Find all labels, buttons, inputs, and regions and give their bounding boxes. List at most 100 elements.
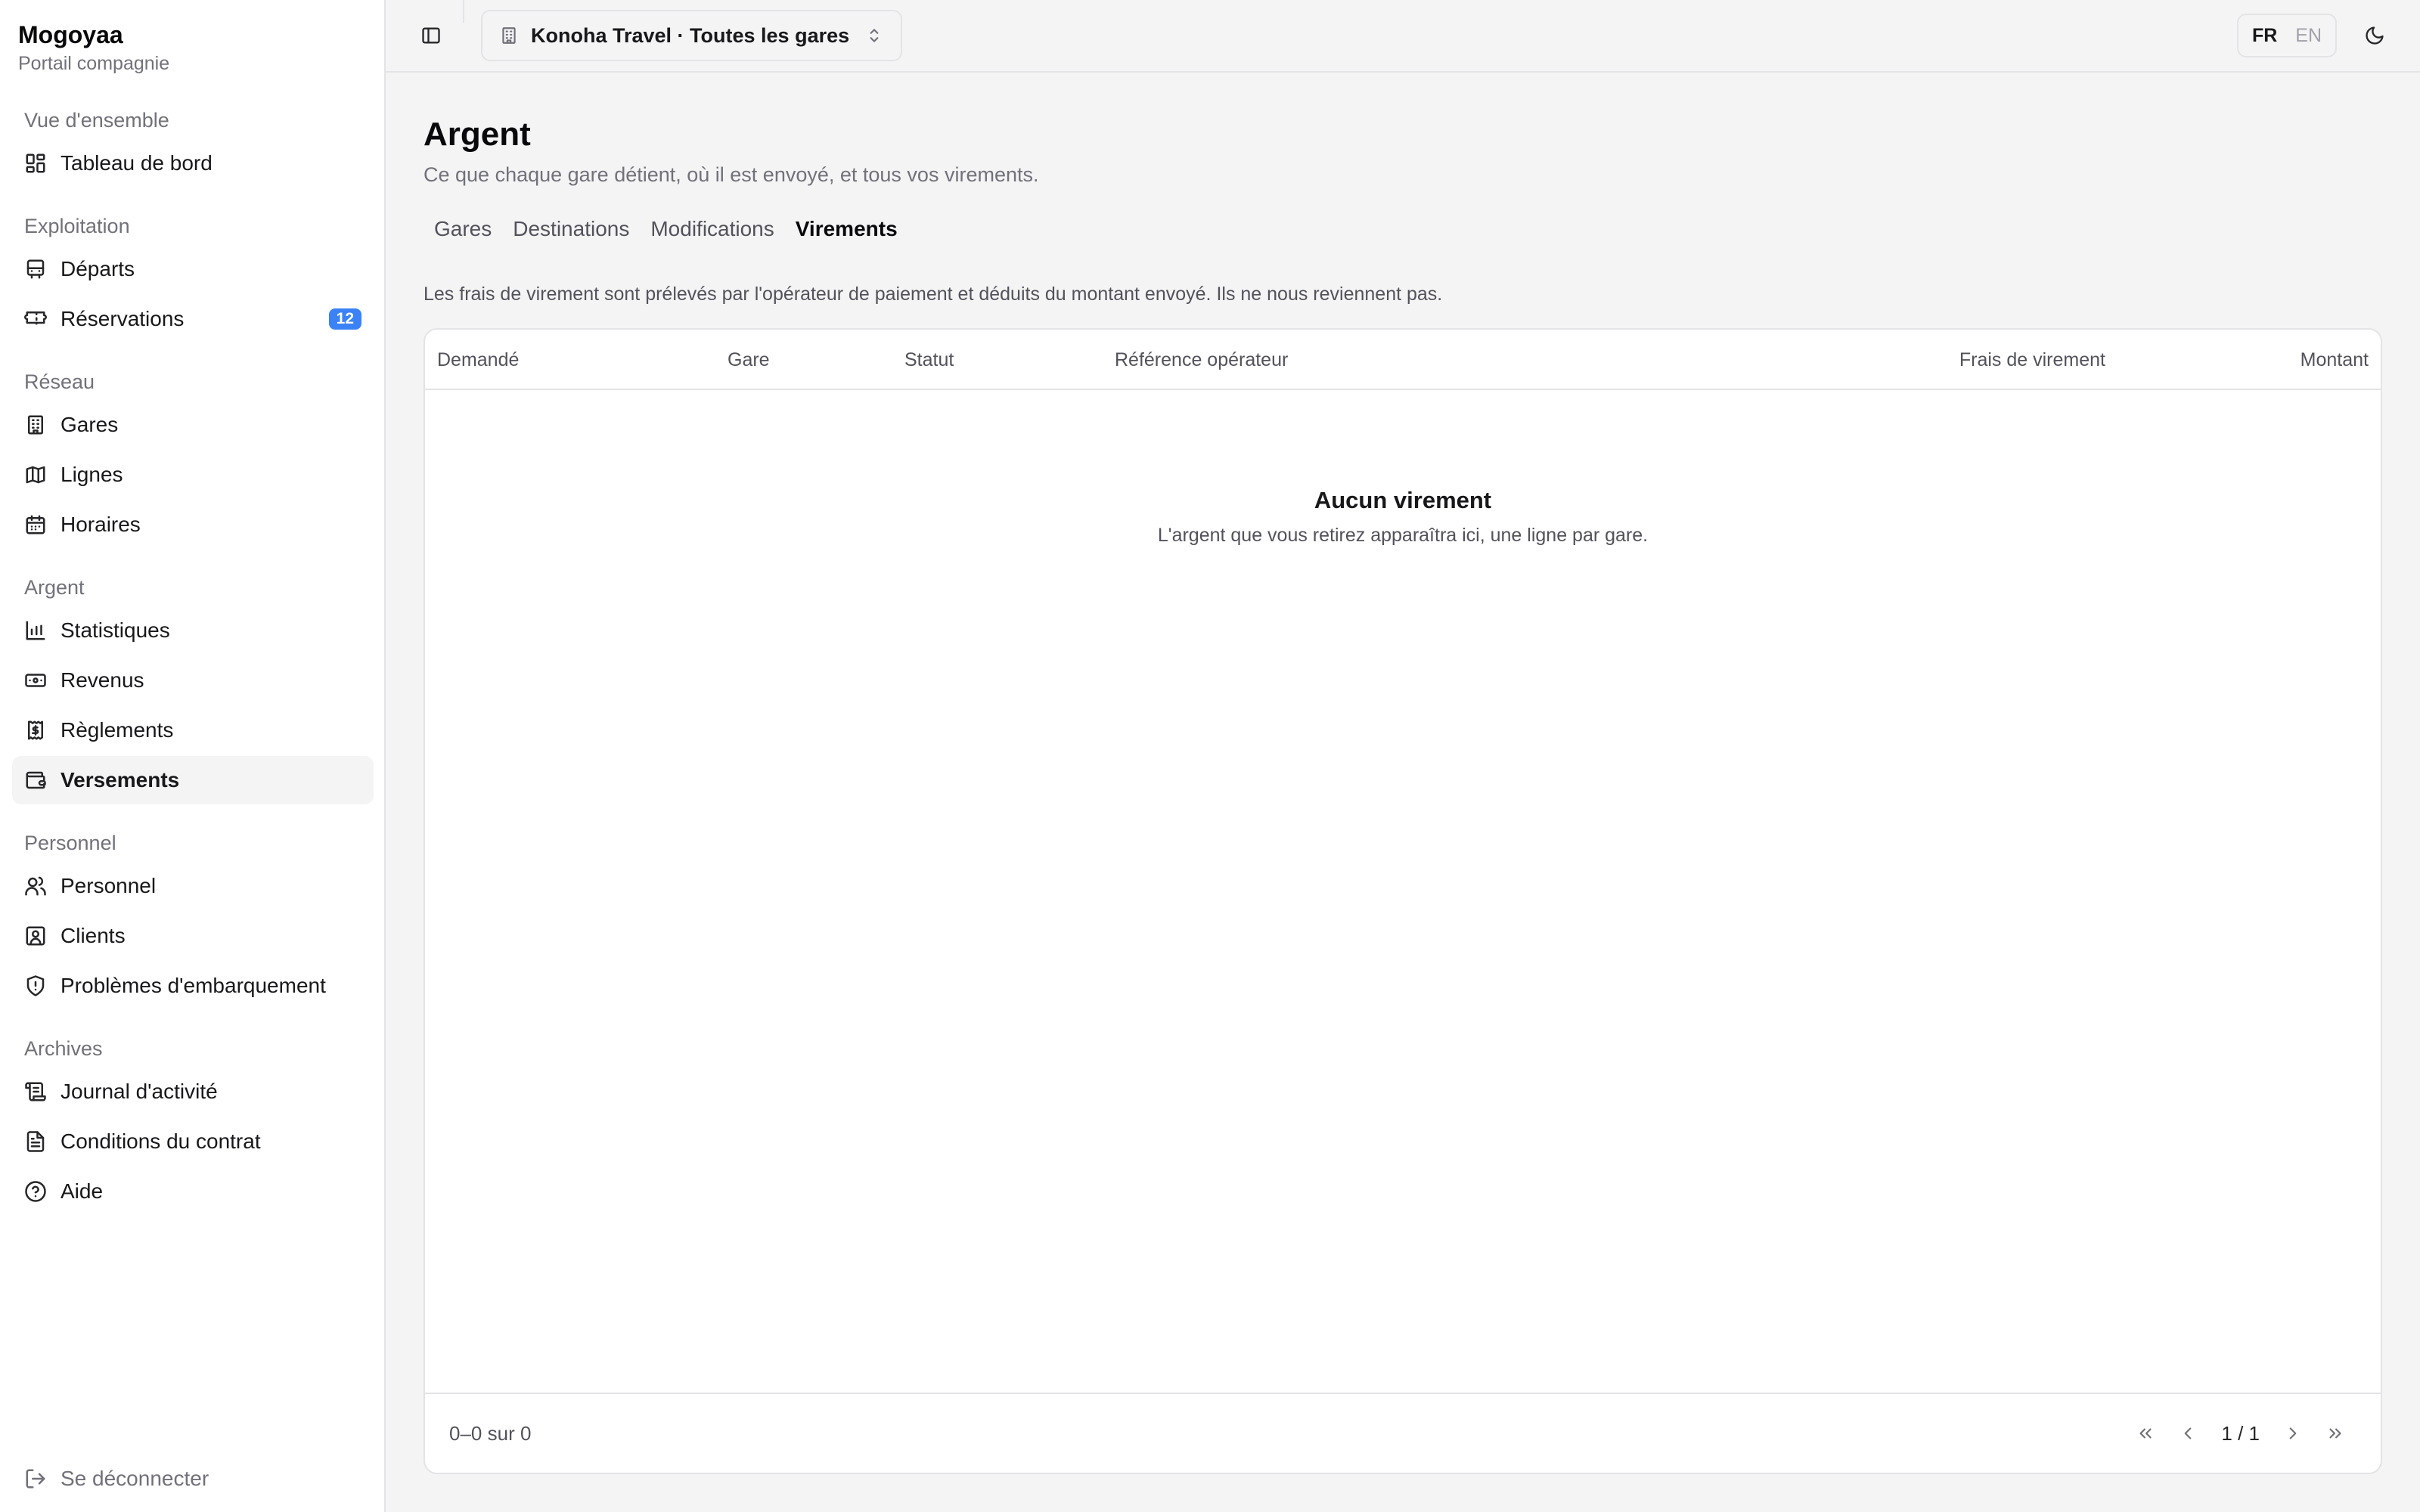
sidebar-item-departs[interactable]: Départs: [12, 245, 374, 293]
fees-note: Les frais de virement sont prélevés par …: [424, 284, 1443, 305]
chevrons-up-down-icon: [870, 29, 879, 42]
pagination-range: 0–0 sur 0: [449, 1421, 532, 1445]
help-circle-icon: [24, 1180, 47, 1203]
column-header-frais-de-virement[interactable]: Frais de virement: [1959, 330, 2105, 390]
sidebar-item-revenus[interactable]: Revenus: [12, 656, 374, 705]
nav-group-label-reseau: Réseau: [24, 370, 95, 393]
nav-group-label-exploitation: Exploitation: [24, 215, 130, 237]
topbar: Konoha Travel · Toutes les gares FR EN: [386, 0, 2420, 73]
sidebar-item-label: Règlements: [60, 718, 174, 742]
brand-subtitle: Portail compagnie: [18, 53, 170, 74]
tab-virements[interactable]: Virements: [784, 208, 908, 250]
logout-icon: [24, 1467, 47, 1490]
sidebar-toggle-button[interactable]: [410, 14, 452, 57]
column-header-montant[interactable]: Montant: [2301, 330, 2369, 390]
page-indicator: 1 / 1: [2221, 1421, 2260, 1445]
org-selector[interactable]: Konoha Travel · Toutes les gares: [481, 10, 903, 61]
nav-group-label-archives: Archives: [24, 1037, 103, 1060]
column-header-gare[interactable]: Gare: [728, 330, 770, 390]
brand: Mogoyaa Portail compagnie: [18, 20, 169, 76]
lang-en-button[interactable]: EN: [2286, 25, 2331, 47]
table-footer: 0–0 sur 0 1 / 1: [425, 1393, 2381, 1473]
ticket-icon: [24, 308, 47, 330]
sidebar-item-tableau-de-bord[interactable]: Tableau de bord: [12, 139, 374, 187]
sidebar-item-lignes[interactable]: Lignes: [12, 451, 374, 499]
chevron-left-icon: [2185, 1427, 2192, 1439]
calendar-icon: [24, 513, 47, 536]
wallet-icon: [24, 769, 47, 792]
page-subtitle: Ce que chaque gare détient, où il est en…: [424, 163, 1039, 186]
sidebar-item-conditions-du-contrat[interactable]: Conditions du contrat: [12, 1117, 374, 1166]
tab-gares[interactable]: Gares: [424, 208, 502, 250]
receipt-icon: [24, 719, 47, 742]
page-title: Argent: [424, 116, 531, 153]
chevron-right-icon: [2289, 1427, 2297, 1439]
sidebar-item-gares[interactable]: Gares: [12, 401, 374, 449]
tab-destinations[interactable]: Destinations: [502, 208, 640, 250]
main-area: Konoha Travel · Toutes les gares FR EN A…: [386, 0, 2420, 1512]
empty-state: Aucun virement L'argent que vous retirez…: [425, 487, 2381, 547]
bar-chart-icon: [24, 619, 47, 642]
lang-fr-button[interactable]: FR: [2243, 25, 2286, 47]
count-badge: 12: [328, 308, 361, 330]
nav-group-label-personnel: Personnel: [24, 832, 116, 854]
pagination: 1 / 1: [2124, 1412, 2356, 1455]
last-page-button[interactable]: [2314, 1412, 2356, 1455]
sidebar-item-label: Réservations: [60, 307, 185, 330]
sidebar-item-versements[interactable]: Versements: [12, 756, 374, 804]
sidebar-item-label: Gares: [60, 413, 119, 436]
sidebar-item-label: Départs: [60, 257, 135, 280]
sidebar-item-aide[interactable]: Aide: [12, 1167, 374, 1216]
sidebar-item-label: Conditions du contrat: [60, 1129, 261, 1153]
column-header-statut[interactable]: Statut: [904, 330, 954, 390]
sidebar-nav: Vue d'ensemble Tableau de bord Exploitatio…: [12, 103, 374, 1216]
moon-icon: [2366, 26, 2384, 45]
sidebar-item-problemes-d-embarquement[interactable]: Problèmes d'embarquement: [12, 962, 374, 1010]
chevrons-right-icon: [2329, 1428, 2341, 1439]
map-icon: [24, 463, 47, 486]
sidebar-item-horaires[interactable]: Horaires: [12, 500, 374, 549]
tab-list: Gares Destinations Modifications Virements: [417, 205, 914, 253]
dashboard-icon: [24, 152, 47, 175]
sidebar-item-label: Tableau de bord: [60, 151, 213, 175]
next-page-button[interactable]: [2272, 1412, 2314, 1455]
sidebar: Mogoyaa Portail compagnie Vue d'ensemble…: [0, 0, 386, 1512]
sidebar-item-label: Problèmes d'embarquement: [60, 974, 326, 997]
sidebar-item-label: Clients: [60, 924, 126, 947]
topbar-divider: [463, 0, 464, 23]
sidebar-item-clients[interactable]: Clients: [12, 912, 374, 960]
page-content: Argent Ce que chaque gare détient, où il…: [386, 73, 2420, 305]
column-header-demande[interactable]: Demandé: [437, 330, 519, 390]
sidebar-item-journal-d-activite[interactable]: Journal d'activité: [12, 1067, 374, 1116]
theme-toggle-button[interactable]: [2353, 14, 2396, 57]
building-icon: [502, 27, 516, 44]
banknote-icon: [24, 669, 47, 692]
sidebar-item-label: Personnel: [60, 874, 157, 897]
language-switcher: FR EN: [2236, 14, 2337, 57]
app-root: Mogoyaa Portail compagnie Vue d'ensemble…: [0, 0, 2420, 1512]
logout-button[interactable]: Se déconnecter: [24, 1467, 209, 1491]
sidebar-item-label: Revenus: [60, 668, 144, 692]
tab-modifications[interactable]: Modifications: [640, 208, 784, 250]
column-header-reference-operateur[interactable]: Référence opérateur: [1115, 330, 1288, 390]
document-icon: [24, 1130, 47, 1153]
prev-page-button[interactable]: [2167, 1412, 2209, 1455]
scroll-icon: [24, 1080, 47, 1103]
users-icon: [24, 875, 47, 897]
bus-icon: [24, 258, 47, 280]
brand-name: Mogoyaa: [18, 21, 123, 48]
sidebar-item-label: Versements: [60, 768, 180, 792]
sidebar-item-label: Aide: [60, 1179, 104, 1203]
sidebar-item-reglements[interactable]: Règlements: [12, 706, 374, 754]
shield-alert-icon: [24, 974, 47, 997]
sidebar-item-label: Statistiques: [60, 618, 170, 642]
org-selector-label: Konoha Travel · Toutes les gares: [531, 23, 850, 47]
table-header: Demandé Gare Statut Référence opérateur Frai…: [425, 330, 2381, 390]
first-page-button[interactable]: [2124, 1412, 2167, 1455]
sidebar-item-statistiques[interactable]: Statistiques: [12, 606, 374, 655]
logout-label: Se déconnecter: [60, 1467, 209, 1490]
sidebar-item-reservations[interactable]: Réservations 12: [12, 295, 374, 343]
panel-left-icon: [422, 27, 440, 44]
building-icon: [24, 414, 47, 436]
sidebar-item-personnel[interactable]: Personnel: [12, 862, 374, 910]
